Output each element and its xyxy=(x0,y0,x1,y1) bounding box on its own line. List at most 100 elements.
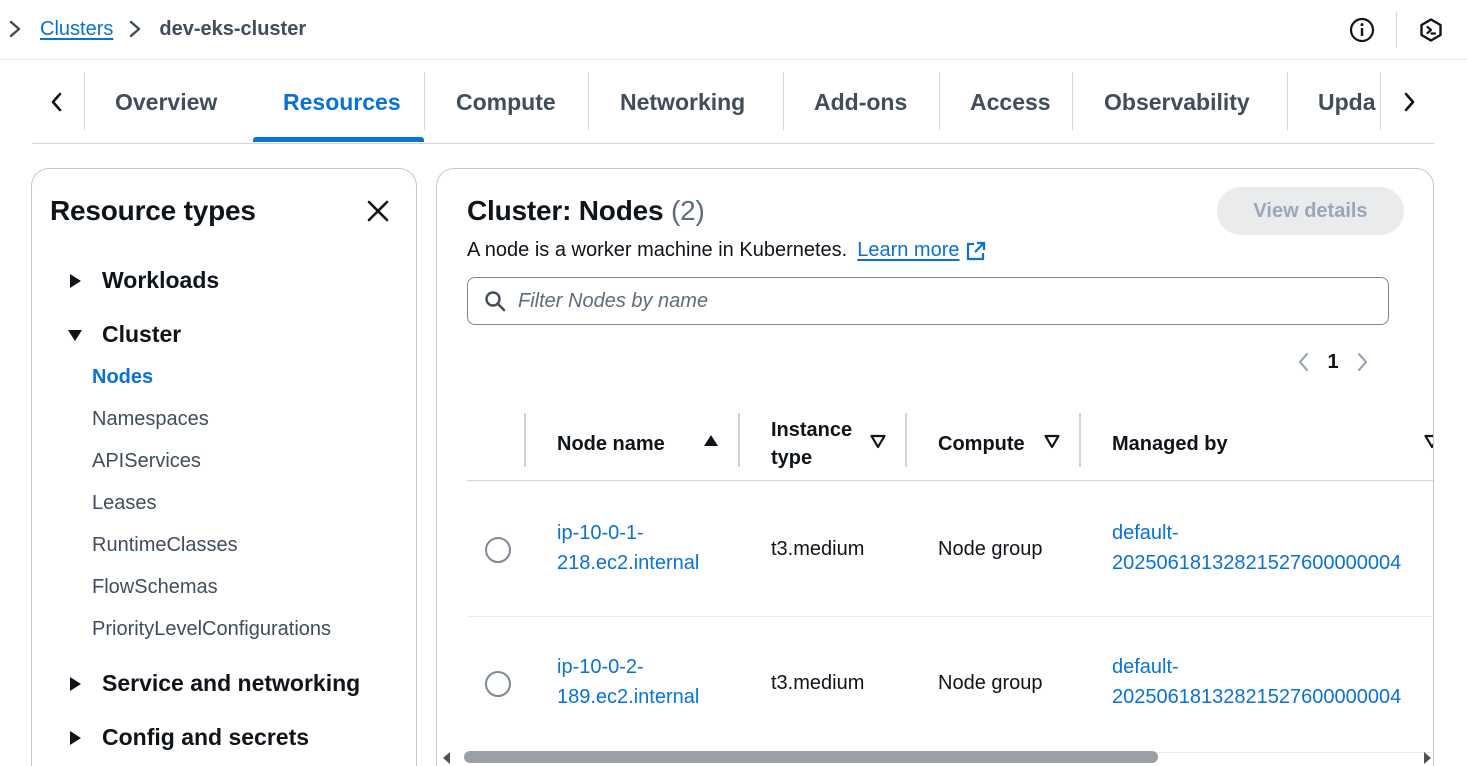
header-divider xyxy=(1396,12,1397,48)
compute-cell: Node group xyxy=(938,538,1043,560)
tab-overview[interactable]: Overview xyxy=(115,60,217,144)
table-row: ip-10-0-1- 218.ec2.internal t3.medium No… xyxy=(467,481,1433,617)
tab-scroll-right-button[interactable] xyxy=(1384,72,1434,132)
managed-by-line-1: default- xyxy=(1112,522,1179,544)
scroll-left-arrow-icon[interactable] xyxy=(440,751,454,765)
tab-divider xyxy=(939,72,940,130)
tab-divider xyxy=(783,72,784,130)
learn-more-link[interactable]: Learn more xyxy=(857,239,985,262)
column-header-managed-by[interactable]: Managed by xyxy=(1112,407,1228,481)
sort-icon[interactable] xyxy=(1423,432,1434,450)
tab-access[interactable]: Access xyxy=(970,60,1051,144)
caret-right-icon xyxy=(64,727,86,749)
tab-divider xyxy=(1072,72,1073,130)
column-divider xyxy=(738,413,740,467)
caret-down-icon xyxy=(64,324,86,346)
side-item-flowschemas[interactable]: FlowSchemas xyxy=(92,576,218,599)
managed-by-line-2: 20250618132821527600000004 xyxy=(1112,552,1402,574)
external-link-icon xyxy=(966,241,985,260)
panel-description: A node is a worker machine in Kubernetes… xyxy=(467,239,986,262)
instance-type-cell: t3.medium xyxy=(771,672,865,694)
sort-ascending-icon[interactable] xyxy=(702,432,720,450)
caret-right-icon xyxy=(64,673,86,695)
side-item-nodes[interactable]: Nodes xyxy=(92,366,153,389)
cloudshell-icon[interactable] xyxy=(1413,12,1449,48)
column-header-compute[interactable]: Compute xyxy=(938,407,1025,481)
active-tab-indicator xyxy=(253,137,424,142)
table-header: Node name Instance type Compute Managed … xyxy=(467,407,1434,481)
panel-title: Cluster: Nodes (2) xyxy=(467,195,705,227)
chevron-right-icon xyxy=(127,19,143,39)
column-divider xyxy=(905,413,907,467)
section-service-networking-label: Service and networking xyxy=(102,670,361,696)
managed-by-link[interactable]: default- 20250618132821527600000004 xyxy=(1112,652,1401,712)
column-header-node-name[interactable]: Node name xyxy=(557,407,665,481)
resource-types-panel: Resource types Workloads Cluster Nodes N… xyxy=(31,168,417,766)
scrollbar-thumb[interactable] xyxy=(464,751,1158,763)
horizontal-scrollbar[interactable] xyxy=(440,748,1434,766)
caret-right-icon xyxy=(64,270,86,292)
close-icon[interactable] xyxy=(362,195,394,227)
node-name-link[interactable]: ip-10-0-1- 218.ec2.internal xyxy=(557,518,699,578)
next-page-button[interactable] xyxy=(1347,345,1377,379)
column-divider xyxy=(524,413,526,467)
node-name-line-1: ip-10-0-2- xyxy=(557,656,644,678)
previous-page-button[interactable] xyxy=(1289,345,1319,379)
learn-more-label: Learn more xyxy=(857,239,960,261)
tab-bar: Overview Resources Compute Networking Ad… xyxy=(32,60,1434,144)
node-name-line-2: 189.ec2.internal xyxy=(557,686,700,708)
tab-divider xyxy=(1287,72,1288,130)
compute-cell: Node group xyxy=(938,672,1043,694)
tab-divider xyxy=(424,72,425,130)
tab-divider xyxy=(588,72,589,130)
section-cluster[interactable]: Cluster xyxy=(64,321,181,348)
side-item-apiservices[interactable]: APIServices xyxy=(92,450,201,473)
sort-icon[interactable] xyxy=(869,432,887,450)
tab-resources[interactable]: Resources xyxy=(283,60,401,144)
tab-update[interactable]: Upda xyxy=(1318,60,1376,144)
row-select-radio[interactable] xyxy=(485,537,511,563)
tab-networking[interactable]: Networking xyxy=(620,60,745,144)
side-item-prioritylevelconfigurations[interactable]: PriorityLevelConfigurations xyxy=(92,618,331,641)
header-icons xyxy=(1344,12,1449,48)
table-row: ip-10-0-2- 189.ec2.internal t3.medium No… xyxy=(467,617,1433,753)
side-item-runtimeclasses[interactable]: RuntimeClasses xyxy=(92,534,238,557)
breadcrumb-current: dev-eks-cluster xyxy=(159,17,307,40)
tab-add-ons[interactable]: Add-ons xyxy=(814,60,907,144)
side-item-leases[interactable]: Leases xyxy=(92,492,157,515)
node-count: (2) xyxy=(670,195,705,226)
row-select-radio[interactable] xyxy=(485,671,511,697)
section-service-networking[interactable]: Service and networking xyxy=(64,670,360,697)
tab-strip: Overview Resources Compute Networking Ad… xyxy=(84,60,1380,144)
section-workloads[interactable]: Workloads xyxy=(64,267,219,294)
tab-observability[interactable]: Observability xyxy=(1104,60,1250,144)
side-item-namespaces[interactable]: Namespaces xyxy=(92,408,209,431)
column-header-instance-type[interactable]: Instance type xyxy=(771,407,852,481)
filter-nodes-input[interactable] xyxy=(518,289,1378,313)
tab-scroll-left-button[interactable] xyxy=(32,72,82,132)
resource-types-title: Resource types xyxy=(50,195,256,226)
info-icon[interactable] xyxy=(1344,12,1380,48)
nodes-panel: Cluster: Nodes (2) View details A node i… xyxy=(436,168,1434,766)
section-config-secrets[interactable]: Config and secrets xyxy=(64,724,309,751)
description-text: A node is a worker machine in Kubernetes… xyxy=(467,239,848,261)
nodes-table: Node name Instance type Compute Managed … xyxy=(467,407,1434,753)
breadcrumb-expand-icon[interactable] xyxy=(4,16,26,42)
view-details-button[interactable]: View details xyxy=(1217,187,1404,235)
node-name-link[interactable]: ip-10-0-2- 189.ec2.internal xyxy=(557,652,699,712)
managed-by-link[interactable]: default- 20250618132821527600000004 xyxy=(1112,518,1401,578)
page-number[interactable]: 1 xyxy=(1319,351,1347,374)
section-config-secrets-label: Config and secrets xyxy=(102,724,310,750)
panel-title-text: Cluster: Nodes xyxy=(467,195,664,226)
tab-compute[interactable]: Compute xyxy=(456,60,556,144)
column-header-type-label: type xyxy=(771,447,813,469)
filter-field xyxy=(467,277,1389,325)
section-workloads-label: Workloads xyxy=(102,267,220,293)
scroll-right-arrow-icon[interactable] xyxy=(1420,751,1434,765)
column-divider xyxy=(1079,413,1081,467)
breadcrumb: Clusters dev-eks-cluster xyxy=(40,16,306,42)
pagination: 1 xyxy=(1289,345,1377,379)
tab-divider xyxy=(1380,72,1381,130)
sort-icon[interactable] xyxy=(1043,432,1061,450)
breadcrumb-clusters-link[interactable]: Clusters xyxy=(40,18,113,41)
